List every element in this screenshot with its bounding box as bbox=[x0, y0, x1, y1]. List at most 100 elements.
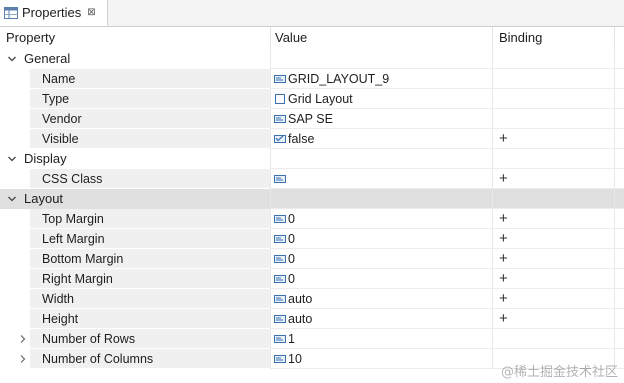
add-binding-button[interactable]: + bbox=[497, 210, 508, 227]
add-binding-button[interactable] bbox=[497, 90, 499, 107]
binding-cell[interactable] bbox=[492, 109, 614, 129]
property-row-type[interactable]: Type Grid Layout bbox=[0, 89, 624, 109]
chevron-down-icon[interactable] bbox=[7, 189, 17, 209]
binding-cell[interactable] bbox=[492, 89, 614, 109]
properties-table: Property Value Binding General Name GRID… bbox=[0, 27, 624, 383]
property-value: 10 bbox=[288, 352, 302, 366]
chevron-right-icon[interactable] bbox=[18, 349, 28, 369]
text-field-icon bbox=[274, 350, 286, 363]
boolean-field-icon bbox=[274, 130, 286, 143]
property-label: Top Margin bbox=[30, 209, 270, 229]
binding-cell[interactable] bbox=[492, 69, 614, 89]
tab-properties[interactable]: Properties ⊠ bbox=[0, 0, 108, 26]
category-label: Display bbox=[24, 151, 67, 166]
property-value-cell[interactable]: SAP SE bbox=[270, 109, 492, 129]
property-label: CSS Class bbox=[30, 169, 270, 189]
text-field-icon bbox=[274, 110, 286, 123]
property-row-top-margin[interactable]: Top Margin 0 + bbox=[0, 209, 624, 229]
property-value-cell[interactable]: 10 bbox=[270, 349, 492, 369]
property-value: 0 bbox=[288, 252, 295, 266]
property-value: 1 bbox=[288, 332, 295, 346]
add-binding-button[interactable]: + bbox=[497, 230, 508, 247]
text-field-icon bbox=[274, 250, 286, 263]
category-display[interactable]: Display bbox=[0, 149, 624, 169]
property-value-cell[interactable]: 0 bbox=[270, 269, 492, 289]
binding-cell[interactable]: + bbox=[492, 129, 614, 149]
property-value: Grid Layout bbox=[288, 92, 353, 106]
property-value-cell[interactable]: 0 bbox=[270, 229, 492, 249]
binding-cell[interactable]: + bbox=[492, 209, 614, 229]
property-row-css-class[interactable]: CSS Class + bbox=[0, 169, 624, 189]
checkbox-icon bbox=[274, 90, 286, 104]
property-value-cell[interactable] bbox=[270, 169, 492, 189]
text-field-icon bbox=[274, 310, 286, 323]
property-label: Height bbox=[30, 309, 270, 329]
add-binding-button[interactable] bbox=[497, 110, 499, 127]
add-binding-button[interactable]: + bbox=[497, 270, 508, 287]
add-binding-button[interactable]: + bbox=[497, 170, 508, 187]
property-value-cell[interactable]: 0 bbox=[270, 209, 492, 229]
binding-cell[interactable]: + bbox=[492, 309, 614, 329]
binding-cell[interactable]: + bbox=[492, 289, 614, 309]
property-value-cell[interactable]: GRID_LAYOUT_9 bbox=[270, 69, 492, 89]
category-general[interactable]: General bbox=[0, 49, 624, 69]
property-value-cell[interactable]: auto bbox=[270, 289, 492, 309]
property-label: Type bbox=[30, 89, 270, 109]
add-binding-button[interactable]: + bbox=[497, 290, 508, 307]
add-binding-button[interactable] bbox=[497, 70, 499, 87]
property-row-number-of-rows[interactable]: Number of Rows 1 bbox=[0, 329, 624, 349]
binding-cell[interactable]: + bbox=[492, 249, 614, 269]
text-field-icon bbox=[274, 290, 286, 303]
property-row-height[interactable]: Height auto + bbox=[0, 309, 624, 329]
binding-cell[interactable] bbox=[492, 329, 614, 349]
property-row-right-margin[interactable]: Right Margin 0 + bbox=[0, 269, 624, 289]
close-tab-icon[interactable]: ⊠ bbox=[87, 7, 95, 18]
add-binding-button[interactable]: + bbox=[497, 310, 508, 327]
property-label: Name bbox=[30, 69, 270, 89]
binding-cell[interactable]: + bbox=[492, 269, 614, 289]
category-layout[interactable]: Layout bbox=[0, 189, 624, 209]
tab-properties-label: Properties bbox=[22, 5, 82, 20]
property-row-bottom-margin[interactable]: Bottom Margin 0 + bbox=[0, 249, 624, 269]
property-label: Number of Columns bbox=[42, 352, 154, 366]
text-field-icon bbox=[274, 210, 286, 223]
add-binding-button[interactable] bbox=[497, 350, 499, 367]
category-label: Layout bbox=[24, 191, 64, 206]
view-tab-bar: Properties ⊠ bbox=[0, 0, 624, 27]
property-value: auto bbox=[288, 292, 313, 306]
watermark: @稀土掘金技术社区 bbox=[500, 365, 618, 380]
column-header-filler bbox=[614, 27, 624, 49]
property-value: 0 bbox=[288, 212, 295, 226]
property-value: 0 bbox=[288, 232, 295, 246]
property-value-cell[interactable]: Grid Layout bbox=[270, 89, 492, 109]
column-header-property[interactable]: Property bbox=[0, 27, 270, 49]
property-row-vendor[interactable]: Vendor SAP SE bbox=[0, 109, 624, 129]
property-row-visible[interactable]: Visible false + bbox=[0, 129, 624, 149]
table-header: Property Value Binding bbox=[0, 27, 624, 50]
property-value-cell[interactable]: 1 bbox=[270, 329, 492, 349]
chevron-right-icon[interactable] bbox=[18, 329, 28, 349]
text-field-icon bbox=[274, 270, 286, 283]
property-label: Visible bbox=[30, 129, 270, 149]
text-field-icon bbox=[274, 70, 286, 83]
property-value-cell[interactable]: auto bbox=[270, 309, 492, 329]
add-binding-button[interactable] bbox=[497, 330, 499, 347]
property-label: Vendor bbox=[30, 109, 270, 129]
column-header-binding[interactable]: Binding bbox=[492, 27, 614, 49]
chevron-down-icon[interactable] bbox=[7, 149, 17, 169]
property-row-name[interactable]: Name GRID_LAYOUT_9 bbox=[0, 69, 624, 89]
property-label: Width bbox=[30, 289, 270, 309]
property-value: 0 bbox=[288, 272, 295, 286]
property-label: Bottom Margin bbox=[30, 249, 270, 269]
property-label: Right Margin bbox=[30, 269, 270, 289]
property-value-cell[interactable]: false bbox=[270, 129, 492, 149]
add-binding-button[interactable]: + bbox=[497, 250, 508, 267]
column-header-value[interactable]: Value bbox=[270, 27, 492, 49]
add-binding-button[interactable]: + bbox=[497, 130, 508, 147]
property-row-left-margin[interactable]: Left Margin 0 + bbox=[0, 229, 624, 249]
binding-cell[interactable]: + bbox=[492, 229, 614, 249]
property-row-width[interactable]: Width auto + bbox=[0, 289, 624, 309]
chevron-down-icon[interactable] bbox=[7, 49, 17, 69]
binding-cell[interactable]: + bbox=[492, 169, 614, 189]
property-value-cell[interactable]: 0 bbox=[270, 249, 492, 269]
